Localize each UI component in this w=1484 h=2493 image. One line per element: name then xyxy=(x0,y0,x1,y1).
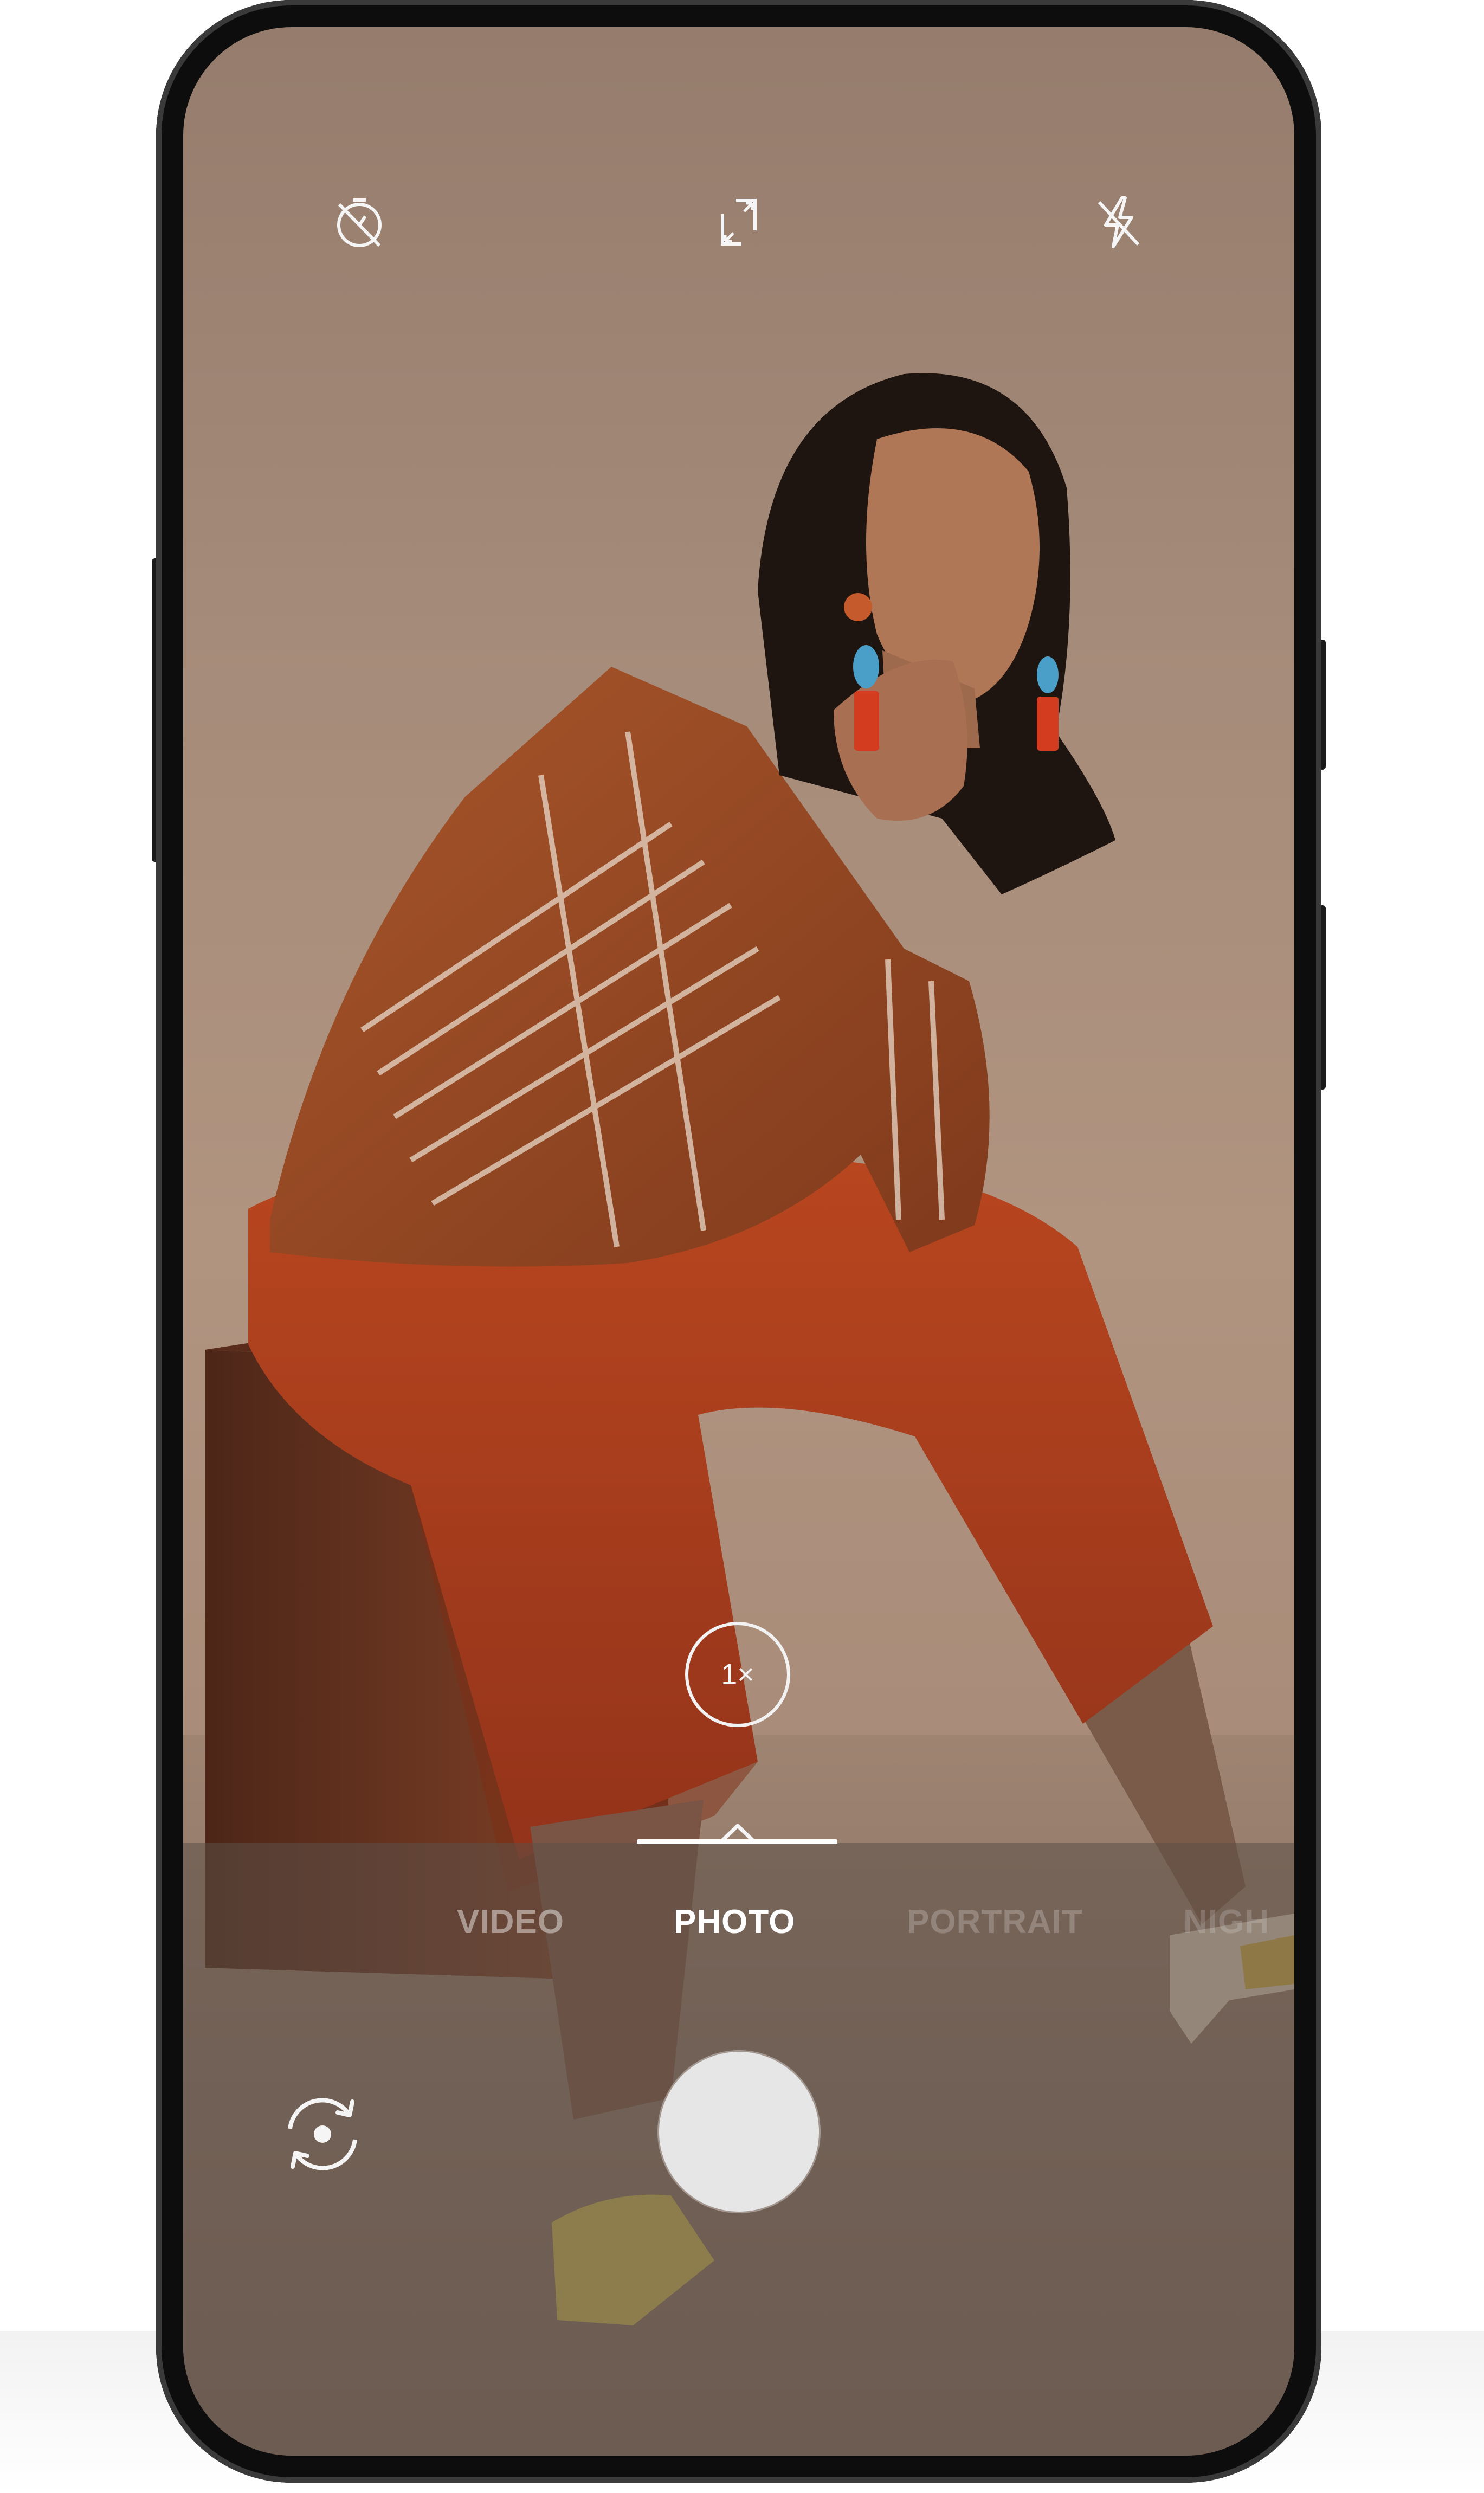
switch-camera-icon[interactable] xyxy=(271,2083,374,2186)
flash-off-icon[interactable] xyxy=(1080,184,1156,260)
zoom-level-button[interactable]: 1× xyxy=(685,1622,790,1727)
aspect-ratio-expand-icon[interactable] xyxy=(701,184,777,260)
mode-night[interactable]: NIGH xyxy=(1183,1903,1269,1941)
camera-viewfinder[interactable]: 1× VIDEO PHOTO PORTRAIT NIGH xyxy=(183,27,1294,2456)
phone-frame: 1× VIDEO PHOTO PORTRAIT NIGH xyxy=(156,0,1321,2483)
mode-selected-indicator xyxy=(637,1839,837,1844)
mode-portrait[interactable]: PORTRAIT xyxy=(907,1903,1083,1941)
mode-video[interactable]: VIDEO xyxy=(457,1903,564,1941)
shutter-button[interactable] xyxy=(659,2052,819,2212)
timer-off-icon[interactable] xyxy=(321,184,397,260)
mode-photo[interactable]: PHOTO xyxy=(674,1903,795,1941)
zoom-level-label: 1× xyxy=(721,1658,754,1691)
